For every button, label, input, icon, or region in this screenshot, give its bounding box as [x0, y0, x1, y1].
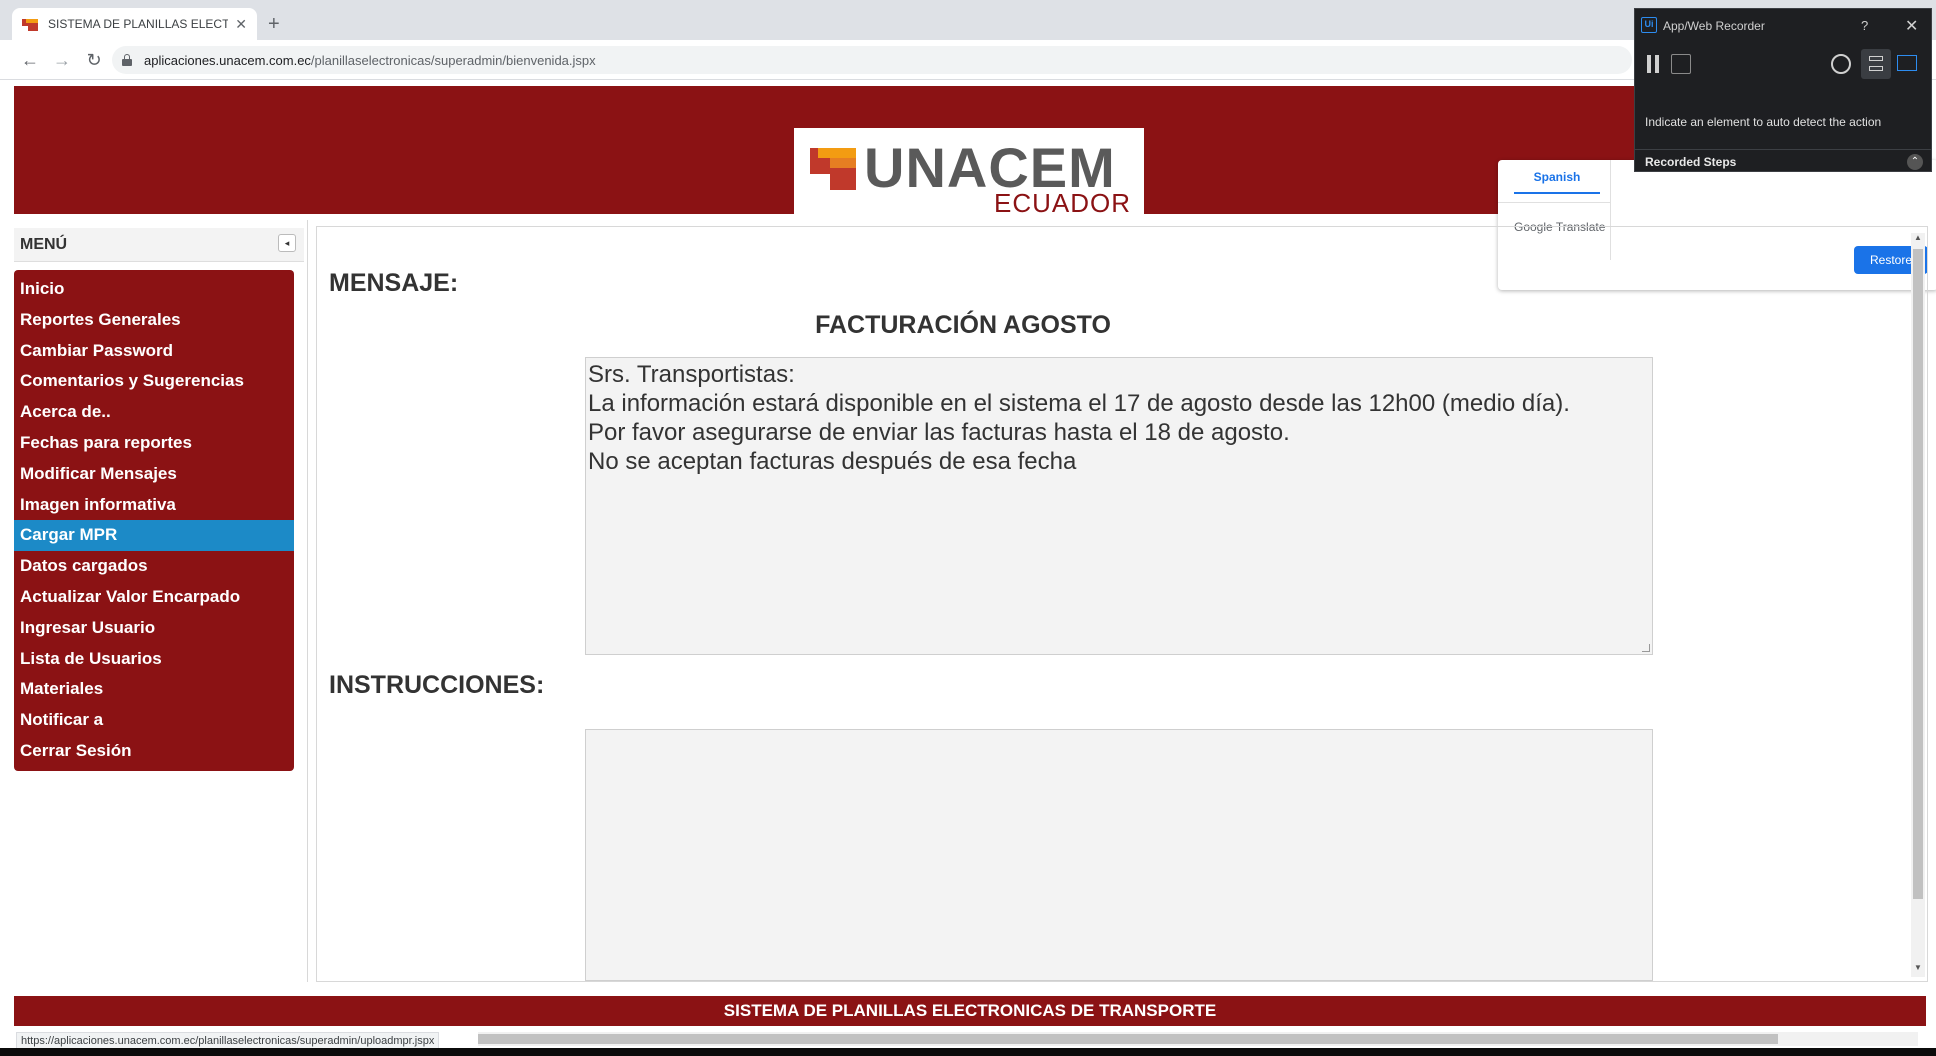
tab-close-icon[interactable]: ✕ — [235, 16, 247, 33]
recorded-steps-label: Recorded Steps — [1645, 155, 1737, 169]
menu-item-reportes-generales[interactable]: Reportes Generales — [14, 305, 294, 336]
url-text: aplicaciones.unacem.com.ec/planillaselec… — [144, 53, 596, 68]
content-scrollbar[interactable]: ▲ ▼ — [1911, 233, 1925, 977]
sidebar: MENÚ ◂ Inicio Reportes Generales Cambiar… — [8, 220, 308, 982]
menu-item-ingresar-usuario[interactable]: Ingresar Usuario — [14, 613, 294, 644]
collapse-menu-button[interactable]: ◂ — [278, 234, 296, 252]
instrucciones-textarea[interactable] — [585, 729, 1653, 981]
scroll-up-icon[interactable]: ▲ — [1911, 233, 1925, 247]
mensaje-label: MENSAJE: — [329, 269, 459, 297]
menu-list: Inicio Reportes Generales Cambiar Passwo… — [14, 270, 294, 771]
scroll-down-icon[interactable]: ▼ — [1911, 963, 1925, 977]
uipath-logo-icon: Ui — [1641, 17, 1657, 33]
recorder-close-icon[interactable]: ✕ — [1905, 16, 1918, 36]
menu-item-acerca-de[interactable]: Acerca de.. — [14, 397, 294, 428]
url-path: /planillaselectronicas/superadmin/bienve… — [310, 52, 596, 68]
menu-item-cambiar-password[interactable]: Cambiar Password — [14, 336, 294, 367]
menu-item-fechas-reportes[interactable]: Fechas para reportes — [14, 428, 294, 459]
pause-icon[interactable] — [1645, 55, 1661, 73]
target-icon[interactable] — [1831, 54, 1851, 74]
screen-select-icon[interactable] — [1897, 55, 1917, 71]
browser-tab[interactable]: SISTEMA DE PLANILLAS ELECTRO ✕ — [12, 8, 257, 40]
menu-item-notificar[interactable]: Notificar a — [14, 705, 294, 736]
recorder-title: App/Web Recorder — [1663, 19, 1765, 33]
recorder-window: Ui App/Web Recorder ? ✕ Indicate an elem… — [1634, 8, 1932, 172]
reload-icon[interactable]: ↻ — [82, 48, 106, 72]
menu-item-materiales[interactable]: Materiales — [14, 674, 294, 705]
menu-header: MENÚ ◂ — [14, 228, 304, 262]
horizontal-scrollbar[interactable] — [478, 1032, 1918, 1046]
recorder-toolbar — [1635, 49, 1931, 85]
web-page: UNACEM ECUADOR Spanish Google Translate … — [8, 84, 1936, 1050]
menu-item-datos-cargados[interactable]: Datos cargados — [14, 551, 294, 582]
unacem-favicon-icon — [22, 18, 38, 31]
instrucciones-label: INSTRUCCIONES: — [329, 671, 545, 699]
footer-bar: SISTEMA DE PLANILLAS ELECTRONICAS DE TRA… — [14, 996, 1926, 1026]
menu-item-actualizar-valor[interactable]: Actualizar Valor Encarpado — [14, 582, 294, 613]
recorded-steps-panel[interactable]: Recorded Steps ⌃ — [1635, 149, 1931, 173]
menu-item-cerrar-sesion[interactable]: Cerrar Sesión — [14, 736, 294, 767]
list-view-icon[interactable] — [1861, 49, 1891, 79]
mensaje-heading: FACTURACIÓN AGOSTO — [815, 311, 1111, 339]
main-content: MENSAJE: FACTURACIÓN AGOSTO Srs. Transpo… — [316, 226, 1928, 982]
back-arrow-icon[interactable]: ← — [18, 48, 42, 72]
menu-item-inicio[interactable]: Inicio — [14, 274, 294, 305]
save-icon[interactable] — [1671, 54, 1691, 74]
mensaje-line: Por favor asegurarse de enviar las factu… — [588, 419, 1290, 446]
translate-language-tab[interactable]: Spanish — [1514, 170, 1600, 194]
mensaje-line: La información estará disponible en el s… — [588, 390, 1570, 417]
menu-item-comentarios[interactable]: Comentarios y Sugerencias — [14, 366, 294, 397]
resize-handle-icon[interactable] — [1642, 644, 1650, 652]
mensaje-line: Srs. Transportistas: — [588, 361, 795, 388]
unacem-logo-mark-icon — [810, 148, 856, 190]
recorder-hint: Indicate an element to auto detect the a… — [1645, 115, 1882, 129]
chevron-up-icon[interactable]: ⌃ — [1907, 154, 1923, 170]
menu-title: MENÚ — [20, 236, 68, 253]
tab-title: SISTEMA DE PLANILLAS ELECTRO — [48, 17, 228, 31]
mensaje-textarea[interactable]: Srs. Transportistas: La información esta… — [585, 357, 1653, 655]
os-taskbar — [0, 1048, 1936, 1056]
menu-item-imagen-informativa[interactable]: Imagen informativa — [14, 490, 294, 521]
url-host: aplicaciones.unacem.com.ec — [144, 52, 311, 68]
scroll-thumb[interactable] — [1913, 249, 1923, 899]
translate-divider — [1498, 202, 1610, 203]
lock-icon — [122, 54, 132, 66]
new-tab-button[interactable]: + — [268, 12, 280, 36]
help-icon[interactable]: ? — [1861, 18, 1868, 33]
menu-item-lista-usuarios[interactable]: Lista de Usuarios — [14, 644, 294, 675]
hscroll-thumb[interactable] — [478, 1034, 1778, 1044]
logo-subtext: ECUADOR — [994, 188, 1132, 218]
menu-item-modificar-mensajes[interactable]: Modificar Mensajes — [14, 459, 294, 490]
menu-item-cargar-mpr[interactable]: Cargar MPR — [14, 520, 294, 552]
mensaje-line: No se aceptan facturas después de esa fe… — [588, 448, 1077, 475]
unacem-logo: UNACEM ECUADOR — [794, 128, 1144, 218]
forward-arrow-icon[interactable]: → — [50, 48, 74, 72]
address-bar[interactable]: aplicaciones.unacem.com.ec/planillaselec… — [112, 46, 1632, 74]
